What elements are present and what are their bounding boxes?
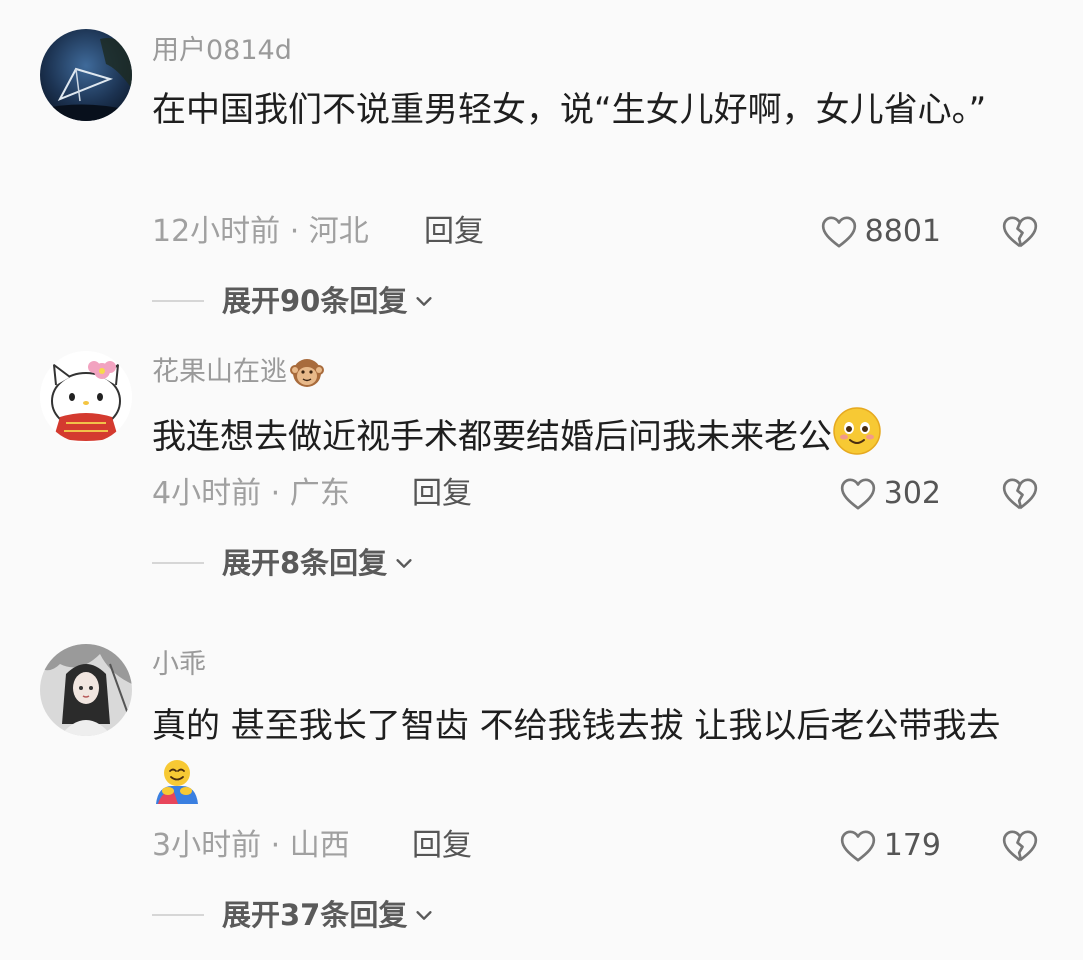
anime-girl-avatar-image — [40, 644, 132, 736]
username[interactable]: 小乖 — [152, 648, 206, 682]
heart-icon — [821, 216, 856, 248]
like-button[interactable]: 8801 — [819, 210, 941, 254]
monkey-emoji-icon — [290, 359, 324, 387]
like-button[interactable]: 179 — [838, 824, 941, 868]
comment-time-location: 12小时前 · 河北 — [152, 214, 369, 249]
username[interactable]: 用户0814d — [152, 34, 292, 68]
expand-replies-label: 展开90条回复 — [222, 284, 408, 318]
comment-item: 小乖 真的 甚至我长了智齿 不给我钱去拔 让我以后老公带我去 3小时前 · 山西… — [0, 620, 1083, 960]
expand-replies-label: 展开8条回复 — [222, 546, 388, 580]
comment-text: 在中国我们不说重男轻女，说“生女儿好啊，女儿省心。” — [152, 90, 987, 130]
dislike-button[interactable] — [1000, 212, 1040, 252]
heart-icon — [840, 478, 875, 510]
smile-emoji-icon — [833, 407, 881, 455]
comment-text-content: 我连想去做近视手术都要结婚后问我未来老公 — [152, 417, 832, 457]
divider-line — [152, 300, 204, 302]
night-sky-avatar-image — [40, 29, 132, 121]
hello-kitty-avatar-image — [40, 351, 132, 443]
avatar[interactable] — [40, 351, 132, 443]
reply-button[interactable]: 回复 — [412, 474, 472, 514]
reply-button[interactable]: 回复 — [424, 212, 484, 252]
comment-text: 我连想去做近视手术都要结婚后问我未来老公 — [152, 406, 1032, 467]
comment-time-location: 3小时前 · 山西 — [152, 828, 350, 863]
divider-line — [152, 914, 204, 916]
username[interactable]: 花果山在逃 — [152, 355, 325, 391]
comment-text: 真的 甚至我长了智齿 不给我钱去拔 让我以后老公带我去 — [152, 696, 1032, 817]
like-count: 179 — [883, 828, 941, 863]
like-count: 302 — [883, 476, 941, 511]
chevron-down-icon — [396, 559, 412, 568]
heart-icon — [840, 830, 875, 862]
broken-heart-icon — [1002, 478, 1038, 510]
expand-replies-button[interactable]: 展开90条回复 — [152, 281, 435, 321]
comment-time-location: 4小时前 · 广东 — [152, 476, 350, 511]
avatar[interactable] — [40, 29, 132, 121]
comment-item: 花果山在逃 我连想去做近视手术都要结婚后问我未来老公 4小时前 · 广东 回复 … — [0, 330, 1083, 620]
reply-button[interactable]: 回复 — [412, 826, 472, 866]
chevron-down-icon — [416, 297, 432, 306]
broken-heart-icon — [1002, 216, 1038, 248]
username-text: 花果山在逃 — [152, 356, 287, 388]
chevron-down-icon — [416, 911, 432, 920]
avatar[interactable] — [40, 644, 132, 736]
dislike-button[interactable] — [1000, 826, 1040, 866]
hug-emoji-icon — [156, 760, 198, 804]
dislike-button[interactable] — [1000, 474, 1040, 514]
like-count: 8801 — [864, 214, 941, 249]
comment-item: 用户0814d 在中国我们不说重男轻女，说“生女儿好啊，女儿省心。” 12小时前… — [0, 0, 1083, 330]
expand-replies-button[interactable]: 展开8条回复 — [152, 543, 415, 583]
expand-replies-label: 展开37条回复 — [222, 898, 408, 932]
divider-line — [152, 562, 204, 564]
expand-replies-button[interactable]: 展开37条回复 — [152, 895, 435, 935]
like-button[interactable]: 302 — [838, 472, 941, 516]
broken-heart-icon — [1002, 830, 1038, 862]
comment-text-content: 真的 甚至我长了智齿 不给我钱去拔 让我以后老公带我去 — [152, 706, 1001, 746]
